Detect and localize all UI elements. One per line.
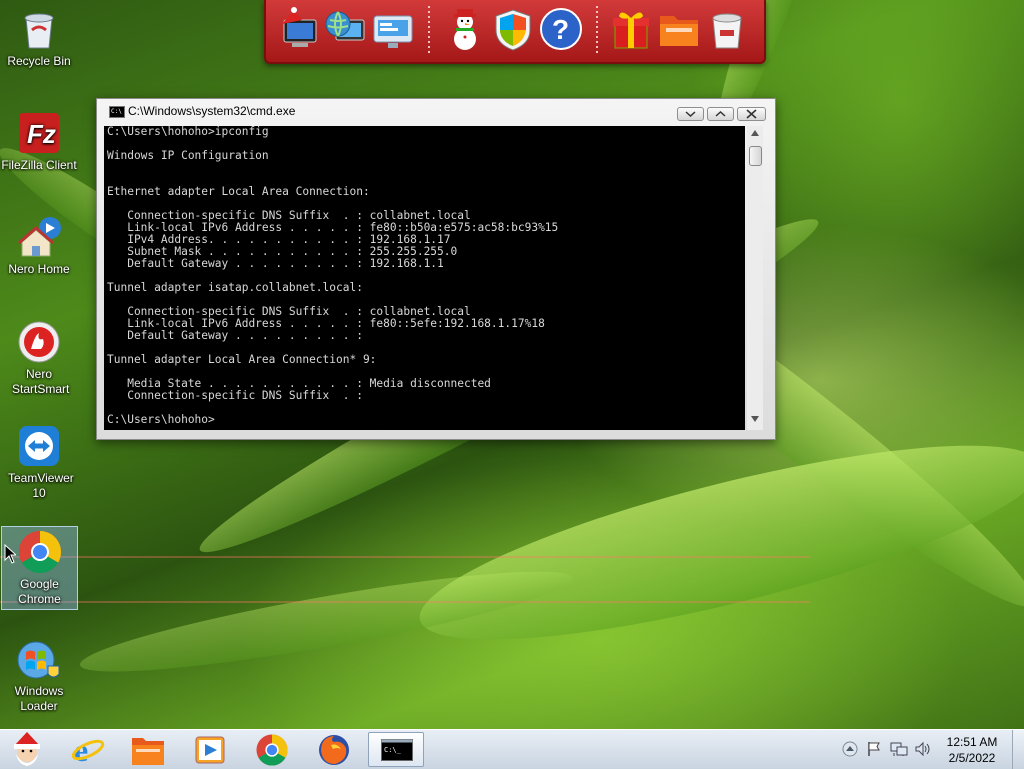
desktop-icon-label: FileZilla Client bbox=[1, 158, 77, 172]
computer-santa-icon[interactable] bbox=[276, 6, 322, 52]
media-player-icon bbox=[195, 736, 225, 764]
folder-icon[interactable] bbox=[656, 6, 702, 52]
internet-explorer-icon: e bbox=[71, 733, 105, 767]
chrome-icon bbox=[17, 529, 63, 575]
window-titlebar[interactable]: C:\ C:\Windows\system32\cmd.exe bbox=[97, 99, 775, 123]
taskbar-internet-explorer[interactable]: e bbox=[60, 732, 116, 767]
scroll-down-icon[interactable] bbox=[751, 416, 759, 422]
clock-time: 12:51 AM bbox=[946, 735, 998, 749]
desktop-icon-google-chrome[interactable]: Google Chrome bbox=[1, 526, 78, 610]
desktop-icon-label: Google Chrome bbox=[18, 577, 61, 606]
dock-separator bbox=[596, 6, 598, 56]
system-tray bbox=[836, 730, 936, 769]
nero-home-icon bbox=[16, 214, 62, 260]
minimize-icon bbox=[685, 111, 696, 118]
desktop-icon-nero-home[interactable]: Nero Home bbox=[0, 208, 78, 284]
taskbar: e C:\_ 12:51 AM 2/5/2022 bbox=[0, 729, 1024, 769]
desktop-icon-label: TeamViewer 10 bbox=[8, 471, 74, 500]
recycle-bin-icon bbox=[16, 6, 62, 52]
quick-launch-dock: ? bbox=[264, 0, 766, 64]
start-button[interactable] bbox=[0, 732, 56, 767]
vertical-scrollbar[interactable] bbox=[747, 126, 763, 430]
taskbar-cmd[interactable]: C:\_ bbox=[368, 732, 424, 767]
window-title: C:\Windows\system32\cmd.exe bbox=[128, 104, 296, 118]
cmd-icon: C:\ bbox=[109, 106, 125, 118]
filezilla-icon: Fz bbox=[16, 110, 62, 156]
taskbar-firefox[interactable] bbox=[306, 732, 362, 767]
svg-text:Fz: Fz bbox=[27, 119, 56, 149]
desktop-icon-recycle-bin[interactable]: Recycle Bin bbox=[0, 0, 78, 76]
clock-date: 2/5/2022 bbox=[948, 751, 996, 765]
help-icon[interactable]: ? bbox=[538, 6, 584, 52]
desktop-icon-windows-loader[interactable]: Windows Loader bbox=[0, 630, 78, 722]
gift-icon[interactable] bbox=[608, 6, 654, 52]
teamviewer-icon bbox=[16, 423, 62, 469]
network-icon[interactable] bbox=[890, 741, 908, 757]
trash-icon[interactable] bbox=[704, 6, 750, 52]
desktop-icon-nero-startsmart[interactable]: Nero StartSmart bbox=[0, 313, 78, 405]
svg-text:C:\_: C:\_ bbox=[384, 746, 402, 754]
display-settings-icon[interactable] bbox=[370, 6, 416, 52]
file-explorer-icon bbox=[132, 738, 164, 765]
show-desktop-button[interactable] bbox=[1012, 730, 1024, 769]
action-center-flag-icon[interactable] bbox=[866, 741, 882, 757]
scrollbar-thumb[interactable] bbox=[749, 146, 762, 166]
taskbar-clock[interactable]: 12:51 AM 2/5/2022 bbox=[936, 734, 1008, 766]
dock-separator bbox=[428, 6, 430, 56]
taskbar-file-explorer[interactable] bbox=[120, 732, 176, 767]
close-button[interactable] bbox=[737, 107, 766, 121]
console-text: C:\Users\hohoho>ipconfig Windows IP Conf… bbox=[107, 126, 559, 426]
show-hidden-icons-icon[interactable] bbox=[842, 741, 858, 757]
scroll-up-icon[interactable] bbox=[751, 130, 759, 136]
desktop-icon-label: Nero Home bbox=[8, 262, 70, 276]
mouse-cursor-icon bbox=[4, 544, 16, 564]
close-icon bbox=[746, 109, 757, 119]
svg-text:?: ? bbox=[552, 14, 569, 45]
santa-start-icon bbox=[14, 732, 40, 766]
maximize-icon bbox=[715, 110, 726, 117]
desktop-icon-label: Windows Loader bbox=[14, 684, 64, 713]
windows-shield-icon[interactable] bbox=[490, 6, 536, 52]
cmd-window[interactable]: C:\ C:\Windows\system32\cmd.exe C:\Users… bbox=[96, 98, 776, 440]
console-output[interactable]: C:\Users\hohoho>ipconfig Windows IP Conf… bbox=[104, 126, 745, 430]
snowman-icon[interactable] bbox=[442, 6, 488, 52]
desktop-icon-filezilla[interactable]: Fz FileZilla Client bbox=[0, 104, 78, 180]
cmd-icon: C:\_ bbox=[381, 739, 413, 761]
windows-loader-icon bbox=[16, 636, 62, 682]
minimize-button[interactable] bbox=[677, 107, 704, 121]
network-globe-icon[interactable] bbox=[322, 6, 368, 52]
taskbar-media-player[interactable] bbox=[182, 732, 238, 767]
desktop-icon-label: Nero StartSmart bbox=[12, 367, 70, 396]
taskbar-chrome[interactable] bbox=[244, 732, 300, 767]
volume-icon[interactable] bbox=[914, 741, 932, 757]
firefox-icon bbox=[319, 735, 349, 765]
desktop-icon-teamviewer[interactable]: TeamViewer 10 bbox=[0, 417, 78, 509]
nero-startsmart-icon bbox=[16, 319, 62, 365]
maximize-button[interactable] bbox=[707, 107, 734, 121]
desktop-icon-label: Recycle Bin bbox=[7, 54, 71, 68]
chrome-icon bbox=[256, 734, 288, 766]
